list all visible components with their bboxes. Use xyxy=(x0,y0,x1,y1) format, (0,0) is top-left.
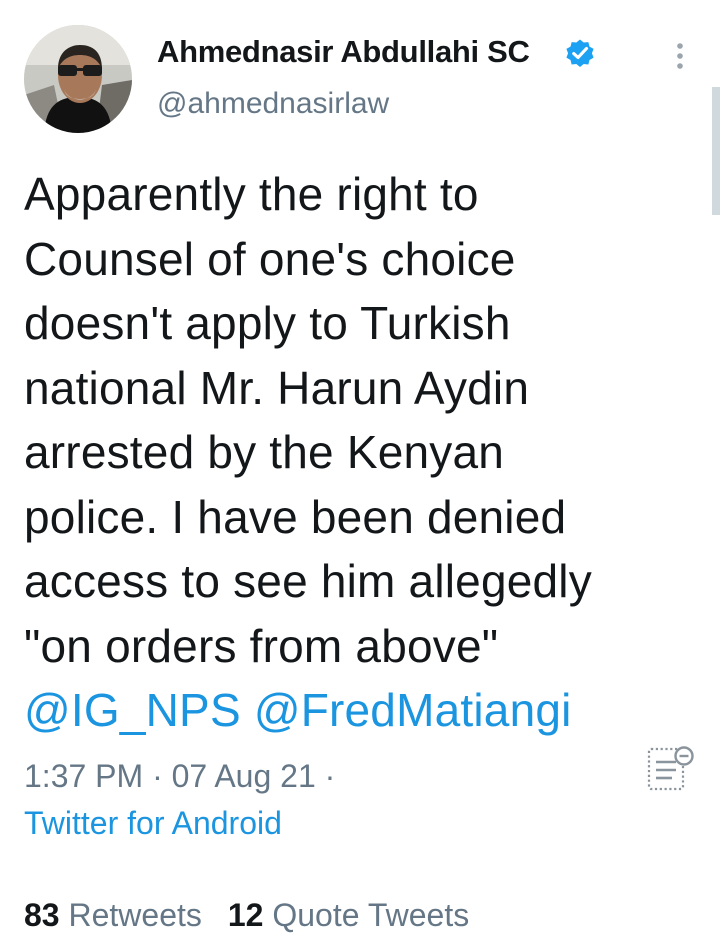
mention-link[interactable]: @IG_NPS xyxy=(24,684,241,736)
tweet-text-line: Counsel of one's choice xyxy=(24,232,516,285)
mention-link[interactable]: @FredMatiangi xyxy=(254,684,572,736)
avatar[interactable] xyxy=(24,25,132,133)
tweet-mentions-line: @IG_NPS @FredMatiangi xyxy=(24,678,684,743)
tweet-text-line: "on orders from above" xyxy=(24,619,499,672)
avatar-photo xyxy=(24,25,132,133)
tweet-text-line: access to see him allegedly xyxy=(24,555,592,607)
author-handle[interactable]: @ahmednasirlaw xyxy=(157,87,389,121)
tweet-source-link[interactable]: Twitter for Android xyxy=(24,805,282,842)
tweet-text: Apparently the right to Counsel of one's… xyxy=(24,162,684,743)
tweet-text-line: arrested by the Kenyan xyxy=(24,426,505,478)
reader-mode-icon[interactable] xyxy=(646,745,696,793)
tweet-text-line: police. I have been denied xyxy=(24,490,567,543)
author-name[interactable]: Ahmednasir Abdullahi SC xyxy=(157,34,530,70)
scrollbar[interactable] xyxy=(712,87,720,215)
verified-badge-icon xyxy=(566,39,594,68)
tweet-text-line: doesn't apply to Turkish xyxy=(24,297,511,349)
tweet-stats: 83 Retweets 12 Quote Tweets xyxy=(24,897,469,934)
tweet-detail: Ahmednasir Abdullahi SC @ahmednasirlaw A… xyxy=(0,0,720,933)
more-vertical-icon[interactable] xyxy=(668,40,692,72)
tweet-text-line: Apparently the right to xyxy=(24,168,479,220)
tweet-text-line: national Mr. Harun Aydin xyxy=(24,361,530,414)
tweet-timestamp[interactable]: 1:37 PM · 07 Aug 21 · xyxy=(24,758,335,795)
